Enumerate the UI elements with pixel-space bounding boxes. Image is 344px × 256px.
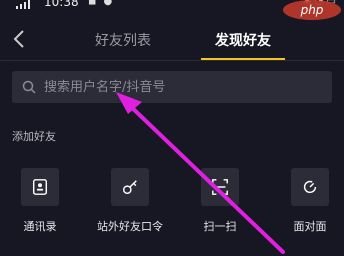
scan-icon [201,168,239,206]
back-button[interactable] [10,28,30,50]
add-option-face-to-face[interactable]: 面对面 [275,168,344,248]
search-input[interactable] [44,77,314,97]
header-divider [0,60,344,61]
add-option-contacts[interactable]: 通讯录 [5,168,75,248]
key-icon [111,168,149,206]
add-option-label: 站外好友口令 [97,220,163,233]
add-option-scan[interactable]: 扫一扫 [185,168,255,248]
php-watermark-logo: php [282,0,342,20]
add-option-label: 扫一扫 [203,220,237,233]
tab-discover-friends[interactable]: 发现好友 [215,30,271,50]
add-option-invite-code[interactable]: 站外好友口令 [95,168,165,248]
tab-friend-list[interactable]: 好友列表 [95,30,151,50]
add-option-label: 通讯录 [23,220,57,233]
contacts-icon [21,168,59,206]
notification-icons: ◼ ● [88,0,115,7]
svg-text:php: php [300,3,324,17]
add-option-label: 面对面 [293,220,327,233]
chevron-left-icon [13,30,24,48]
section-title-add-friends: 添加好友 [12,130,56,143]
face-to-face-icon [291,168,329,206]
signal-icon [16,0,30,9]
status-time: 10:38 [44,0,79,9]
search-icon [22,80,36,94]
search-bar[interactable] [12,71,332,103]
